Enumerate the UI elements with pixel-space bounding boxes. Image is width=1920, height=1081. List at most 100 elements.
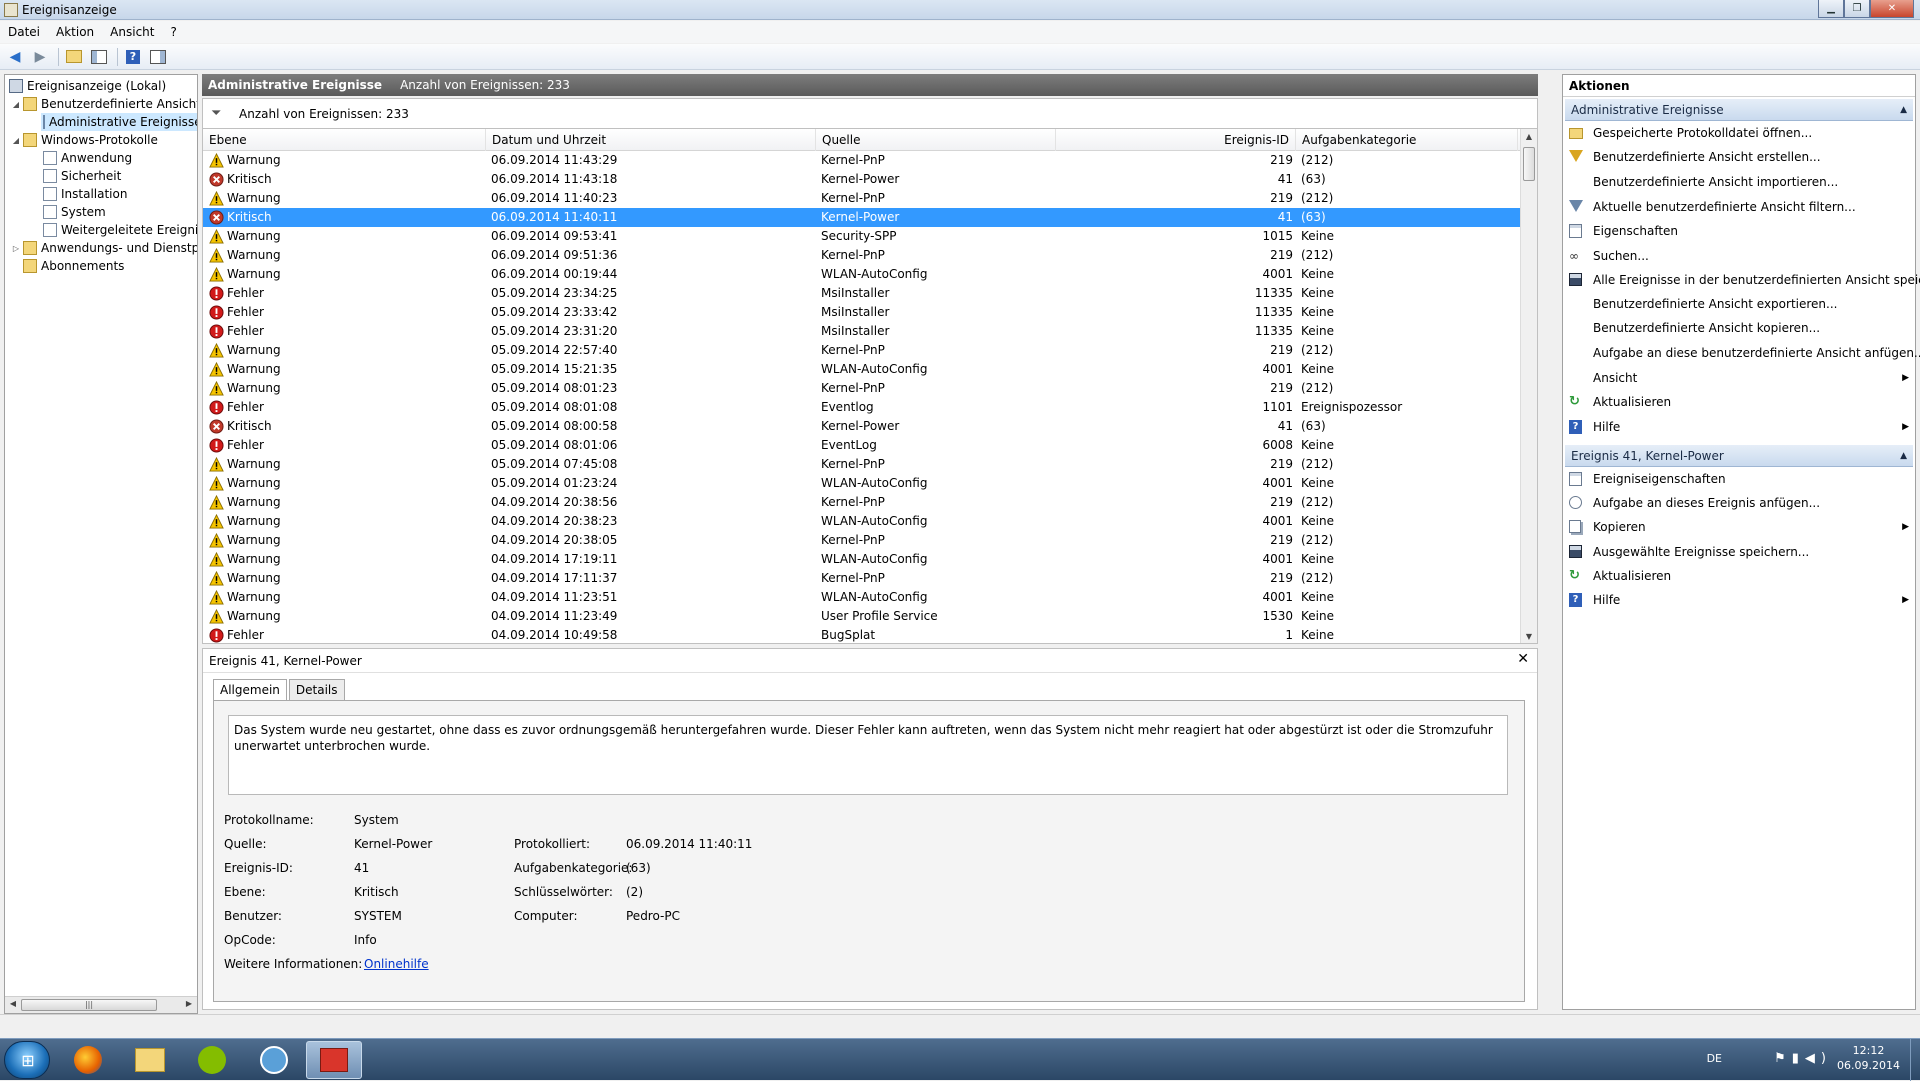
collapse-triangle-icon[interactable]: ◢ — [11, 100, 21, 109]
collapse-caret-icon[interactable]: ▲ — [1900, 445, 1907, 467]
forward-button[interactable]: ▶ — [29, 47, 51, 67]
table-row[interactable]: Warnung 04.09.2014 20:38:23 WLAN-AutoConfi… — [203, 512, 1535, 531]
menu-help[interactable]: ? — [170, 25, 176, 39]
show-hide-actions-button[interactable] — [147, 47, 169, 67]
actions-section-admin-events[interactable]: Administrative Ereignisse ▲ — [1565, 99, 1913, 121]
table-row[interactable]: Fehler 05.09.2014 08:01:06 EventLog 6008 Kei… — [203, 436, 1535, 455]
action-item[interactable]: Ansicht ▶ — [1569, 368, 1909, 388]
maximize-button[interactable]: ❐ — [1844, 0, 1870, 18]
tree-item-installation[interactable]: Installation — [41, 185, 127, 203]
tree-item-forwarded[interactable]: Weitergeleitete Ereignisse — [41, 221, 197, 239]
tree-item-subscriptions[interactable]: Abonnements — [21, 257, 124, 275]
close-icon[interactable]: ✕ — [1517, 651, 1529, 667]
tree-item-admin-events[interactable]: Administrative Ereignisse — [41, 113, 197, 131]
tree-horizontal-scrollbar[interactable]: ◀ ||| ▶ — [5, 996, 197, 1013]
action-item[interactable]: Aktuelle benutzerdefinierte Ansicht filt… — [1569, 197, 1909, 217]
table-row[interactable]: Warnung 04.09.2014 20:38:56 Kernel-PnP 219 (… — [203, 493, 1535, 512]
table-row[interactable]: Warnung 04.09.2014 17:11:37 Kernel-PnP 219 (… — [203, 569, 1535, 588]
table-row[interactable]: Warnung 06.09.2014 09:53:41 Security-SPP 10… — [203, 227, 1535, 246]
taskbar-explorer[interactable] — [122, 1041, 178, 1079]
table-row[interactable]: Fehler 05.09.2014 08:01:08 Eventlog 1101 Ere… — [203, 398, 1535, 417]
taskbar-spotify[interactable] — [184, 1041, 240, 1079]
action-item[interactable]: Gespeicherte Protokolldatei öffnen... — [1569, 123, 1909, 143]
collapse-triangle-icon[interactable]: ◢ — [11, 136, 21, 145]
tree-item-custom-views[interactable]: ◢ Benutzerdefinierte Ansichten — [11, 95, 197, 113]
action-item[interactable]: Kopieren ▶ — [1569, 517, 1909, 537]
table-row[interactable]: Warnung 04.09.2014 17:19:11 WLAN-AutoConfi… — [203, 550, 1535, 569]
table-row[interactable]: Warnung 05.09.2014 08:01:23 Kernel-PnP 219 (… — [203, 379, 1535, 398]
action-item[interactable]: Benutzerdefinierte Ansicht importieren..… — [1569, 172, 1909, 192]
table-row[interactable]: Warnung 06.09.2014 11:43:29 Kernel-PnP 219 (… — [203, 151, 1535, 170]
scroll-left-icon[interactable]: ◀ — [7, 999, 19, 1011]
table-row[interactable]: Fehler 04.09.2014 10:49:58 BugSplat 1 Keine — [203, 626, 1535, 643]
volume-icon[interactable]: ◀) — [1805, 1051, 1832, 1066]
table-row[interactable]: Fehler 05.09.2014 23:33:42 MsiInstaller 113… — [203, 303, 1535, 322]
scroll-right-icon[interactable]: ▶ — [183, 999, 195, 1011]
table-row[interactable]: Kritisch 06.09.2014 11:43:18 Kernel-Power 4… — [203, 170, 1535, 189]
tree-item-root[interactable]: Ereignisanzeige (Lokal) — [7, 77, 166, 95]
taskbar-app[interactable] — [246, 1041, 302, 1079]
action-item[interactable]: Ereigniseigenschaften — [1569, 469, 1909, 489]
action-item[interactable]: ? Hilfe ▶ — [1569, 417, 1909, 437]
column-header-level[interactable]: Ebene — [203, 129, 486, 151]
column-header-event-id[interactable]: Ereignis-ID — [1056, 129, 1296, 151]
tree-item-windows-logs[interactable]: ◢ Windows-Protokolle — [11, 131, 158, 149]
close-button[interactable]: ✕ — [1870, 0, 1914, 18]
language-indicator[interactable]: DE — [1707, 1052, 1722, 1065]
menu-datei[interactable]: Datei — [8, 25, 40, 39]
action-item[interactable]: ∞ Suchen... — [1569, 246, 1909, 266]
clock[interactable]: 12:12 06.09.2014 — [1837, 1043, 1900, 1073]
table-row[interactable]: Fehler 05.09.2014 23:31:20 MsiInstaller 113… — [203, 322, 1535, 341]
action-item[interactable]: Benutzerdefinierte Ansicht exportieren..… — [1569, 294, 1909, 314]
expand-triangle-icon[interactable]: ▷ — [11, 244, 21, 253]
help-button[interactable]: ? — [122, 47, 144, 67]
tray-icons[interactable]: ⚑▮◀) — [1774, 1051, 1832, 1066]
scroll-thumb[interactable]: ||| — [21, 999, 157, 1011]
scroll-down-icon[interactable]: ▼ — [1521, 629, 1537, 643]
action-item[interactable]: ↻ Aktualisieren — [1569, 392, 1909, 412]
table-row[interactable]: Warnung 06.09.2014 11:40:23 Kernel-PnP 219 (… — [203, 189, 1535, 208]
table-row[interactable]: Warnung 05.09.2014 07:45:08 Kernel-PnP 219 (… — [203, 455, 1535, 474]
online-help-link[interactable]: Onlinehilfe — [364, 957, 429, 971]
column-header-category[interactable]: Aufgabenkategorie — [1296, 129, 1518, 151]
action-item[interactable]: Benutzerdefinierte Ansicht erstellen... — [1569, 147, 1909, 167]
table-row[interactable]: Fehler 05.09.2014 23:34:25 MsiInstaller 113… — [203, 284, 1535, 303]
event-list-scrollbar[interactable]: ▲ ▼ — [1520, 129, 1537, 643]
table-row[interactable]: Kritisch 05.09.2014 08:00:58 Kernel-Power 4… — [203, 417, 1535, 436]
action-item[interactable]: Aufgabe an dieses Ereignis anfügen... — [1569, 493, 1909, 513]
table-row[interactable]: Warnung 05.09.2014 22:57:40 Kernel-PnP 219 (… — [203, 341, 1535, 360]
action-item[interactable]: Ausgewählte Ereignisse speichern... — [1569, 542, 1909, 562]
tree-item-system[interactable]: System — [41, 203, 106, 221]
up-folder-button[interactable] — [63, 47, 85, 67]
flag-icon[interactable]: ⚑ — [1774, 1051, 1792, 1066]
back-button[interactable]: ◀ — [4, 47, 26, 67]
show-hide-tree-button[interactable] — [88, 47, 110, 67]
minimize-button[interactable]: ▁ — [1818, 0, 1844, 18]
tab-allgemein[interactable]: Allgemein — [213, 679, 287, 701]
action-item[interactable]: ? Hilfe ▶ — [1569, 590, 1909, 610]
start-button[interactable]: ⊞ — [4, 1041, 50, 1079]
actions-section-event[interactable]: Ereignis 41, Kernel-Power ▲ — [1565, 445, 1913, 467]
column-header-date[interactable]: Datum und Uhrzeit — [486, 129, 816, 151]
table-row[interactable]: Warnung 06.09.2014 09:51:36 Kernel-PnP 219 (… — [203, 246, 1535, 265]
collapse-caret-icon[interactable]: ▲ — [1900, 99, 1907, 121]
scroll-thumb[interactable] — [1523, 147, 1535, 181]
table-row[interactable]: Kritisch 06.09.2014 11:40:11 Kernel-Power 4… — [203, 208, 1535, 227]
action-item[interactable]: Eigenschaften — [1569, 221, 1909, 241]
taskbar-event-viewer[interactable] — [306, 1041, 362, 1079]
show-desktop-button[interactable] — [1910, 1039, 1920, 1081]
tab-details[interactable]: Details — [288, 679, 345, 701]
action-item[interactable]: Benutzerdefinierte Ansicht kopieren... — [1569, 318, 1909, 338]
event-description[interactable]: Das System wurde neu gestartet, ohne das… — [228, 715, 1508, 795]
table-row[interactable]: Warnung 04.09.2014 11:23:51 WLAN-AutoConfi… — [203, 588, 1535, 607]
action-item[interactable]: Aufgabe an diese benutzerdefinierte Ansi… — [1569, 343, 1920, 363]
tree-item-application[interactable]: Anwendung — [41, 149, 132, 167]
taskbar-firefox[interactable] — [60, 1041, 116, 1079]
tree-item-apps-services[interactable]: ▷ Anwendungs- und Dienstprotokolle — [11, 239, 197, 257]
tree-item-security[interactable]: Sicherheit — [41, 167, 121, 185]
action-item[interactable]: Alle Ereignisse in der benutzerdefiniert… — [1569, 270, 1920, 290]
action-item[interactable]: ↻ Aktualisieren — [1569, 566, 1909, 586]
table-row[interactable]: Warnung 05.09.2014 15:21:35 WLAN-AutoConfi… — [203, 360, 1535, 379]
menu-ansicht[interactable]: Ansicht — [110, 25, 154, 39]
column-header-source[interactable]: Quelle — [816, 129, 1056, 151]
